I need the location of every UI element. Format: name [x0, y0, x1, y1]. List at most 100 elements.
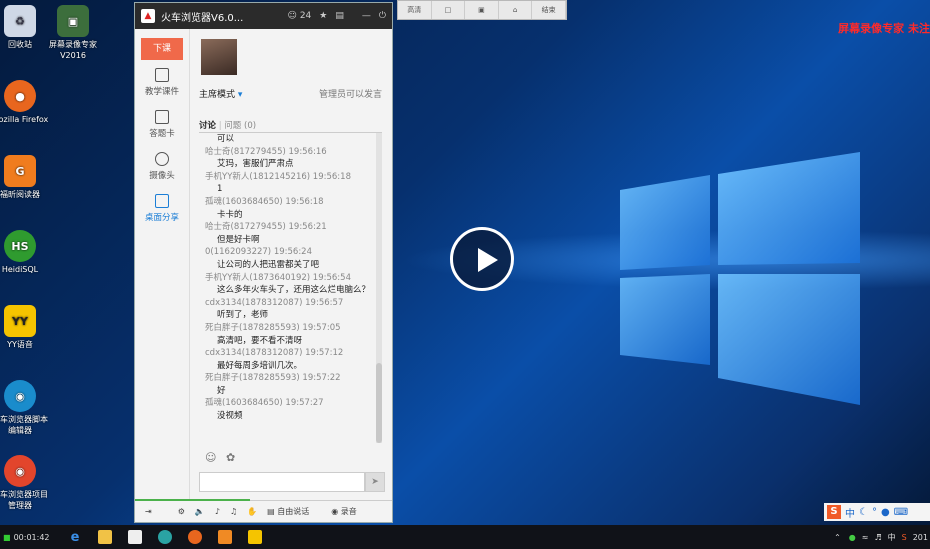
desktop-icon-yy[interactable]: YY YY语音 [0, 305, 50, 350]
settings-icon[interactable]: ⚙ [178, 507, 185, 516]
desktop-icon-script-editor[interactable]: ◉ 火车浏览器脚本编辑器 [0, 380, 50, 436]
mic-icon[interactable]: ● [881, 507, 890, 518]
firefox-taskbar-icon [188, 530, 202, 544]
window-titlebar: ▲ 火车浏览器V6.0... ☺ 24 ★ ▤ — ⏻ [135, 3, 392, 29]
message-sender: 孤魂(1603684650) 19:57:27 [205, 398, 324, 409]
message-text: 让公司的人把迅雷都关了吧 [217, 259, 320, 270]
firefox-icon: ● [4, 80, 36, 112]
edge-icon: e [70, 529, 80, 545]
explorer-taskbar-button[interactable] [90, 525, 120, 549]
emoji-toolbar: ☺ ✿ [205, 451, 235, 464]
chevron-down-icon: ▾ [237, 90, 243, 100]
message-input[interactable] [199, 472, 365, 492]
sidebar-item-camera[interactable]: 摄像头 [135, 152, 189, 181]
volume-level-bar [135, 499, 250, 501]
message-sender: 哈士奇(817279455) 19:56:21 [205, 222, 327, 233]
tab-questions[interactable]: 问题 [224, 121, 241, 131]
hd-button[interactable]: 高清 [398, 1, 432, 19]
keyboard-icon[interactable]: ⌨ [894, 507, 908, 518]
orange-app-icon [218, 530, 232, 544]
message-text: 1 [217, 184, 223, 195]
message-text: 这么多年火车头了，还用这么烂电脑么？ [217, 285, 371, 296]
desktop-icon-screen-recorder[interactable]: ▣ 屏幕录像专家V2016 [43, 5, 103, 61]
message-text: 没视频 [217, 411, 243, 422]
home-button[interactable]: ⌂ [499, 1, 533, 19]
send-button[interactable]: ➤ [365, 472, 385, 492]
message-text: 但是好卡啊 [217, 234, 260, 245]
chat-tabs: 讨论 | 问题 (0) [199, 119, 382, 133]
teacher-avatar [201, 39, 237, 75]
tray-ime-label[interactable]: 中 [888, 532, 896, 543]
chat-main: 主席模式 ▾ 管理员可以发言 讨论 | 问题 (0) 可以 哈士奇(817279… [191, 29, 392, 500]
moon-icon[interactable]: ☾ [859, 507, 868, 518]
clock-date[interactable]: 201 [913, 533, 928, 542]
app-logo-icon: ▲ [141, 9, 155, 23]
windows-taskbar: ■ 00:01:42 e ⌃ ● ≈ ♬ 中 S 201 [0, 525, 930, 549]
exit-icon[interactable]: ⇥ [145, 507, 152, 516]
courseware-icon [155, 68, 169, 82]
store-taskbar-button[interactable] [120, 525, 150, 549]
message-sender: 0(1162093227) 19:56:24 [205, 247, 312, 258]
select-region-button[interactable]: □ [432, 1, 466, 19]
train-browser-project-icon: ◉ [4, 455, 36, 487]
scrollbar-thumb[interactable] [376, 363, 382, 443]
hand-raise-icon[interactable]: ✋ [247, 507, 257, 516]
music-icon[interactable]: ♫ [230, 507, 237, 516]
finish-button[interactable]: 结束 [532, 1, 566, 19]
question-count: (0) [244, 121, 257, 131]
edge-taskbar-button[interactable]: e [60, 525, 90, 549]
camera-icon [155, 152, 169, 166]
video-play-button[interactable] [450, 227, 514, 291]
tray-chevron-icon[interactable]: ⌃ [834, 533, 841, 542]
message-text: 好 [217, 385, 226, 396]
folder-icon [98, 530, 112, 544]
tray-app-icon[interactable]: ● [849, 533, 856, 542]
desktop-icon-firefox[interactable]: ● Mozilla Firefox [0, 80, 50, 125]
input-method-bar[interactable]: S 中 ☾ ° ● ⌨ [824, 503, 930, 521]
message-text: 听到了，老师 [217, 310, 269, 321]
ime-mode[interactable]: 中 [845, 505, 855, 520]
end-class-button[interactable]: 下课 [141, 38, 183, 60]
train-browser-taskbar-button[interactable] [150, 525, 180, 549]
share-icon[interactable]: ▤ [335, 11, 344, 21]
desktop-share-icon [155, 194, 169, 208]
free-talk-button[interactable]: ▤ 自由说话 [267, 506, 309, 517]
admin-speak-note: 管理员可以发言 [318, 90, 382, 100]
sidebar-item-answer-card[interactable]: 答题卡 [135, 110, 189, 139]
sidebar-item-courseware[interactable]: 教学课件 [135, 68, 189, 97]
tab-discuss[interactable]: 讨论 [199, 121, 216, 131]
message-sender: 哈士奇(817279455) 19:56:16 [205, 146, 327, 157]
yy-icon: YY [4, 305, 36, 337]
message-list: 可以 哈士奇(817279455) 19:56:16 艾玛，害服们严肃点 手机Y… [205, 133, 375, 441]
sidebar-item-desktop-share[interactable]: 桌面分享 [135, 194, 189, 223]
message-text: 高清吧，要不看不清呀 [217, 335, 303, 346]
message-sender: cdx3134(1878312087) 19:57:12 [205, 348, 344, 359]
favorite-star-icon[interactable]: ★ [319, 11, 327, 21]
message-scrollbar[interactable] [376, 133, 382, 443]
punctuation-icon[interactable]: ° [872, 507, 877, 518]
volume-icon[interactable]: ♬ [874, 533, 881, 542]
recorder-watermark: 屏幕录像专家 未注 [838, 22, 930, 35]
speaker-icon[interactable]: 🔈 [195, 507, 205, 516]
desktop-icon-foxit[interactable]: G 福昕阅读器 [0, 155, 50, 200]
bottom-toolbar: ⇥ ⚙ 🔈 ♪ ♫ ✋ ▤ 自由说话 ◉ 录音 [135, 499, 392, 522]
message-text: 卡卡的 [217, 209, 243, 220]
desktop-icon-project-manager[interactable]: ◉ 火车浏览器项目管理器 [0, 455, 50, 511]
mode-selector[interactable]: 主席模式 ▾ [199, 87, 242, 100]
power-close-button[interactable]: ⏻ [379, 11, 386, 21]
firefox-taskbar-button[interactable] [180, 525, 210, 549]
pptv-taskbar-button[interactable] [210, 525, 240, 549]
recycle-bin-icon: ♻ [4, 5, 36, 37]
minimize-button[interactable]: — [362, 11, 371, 21]
sticker-icon[interactable]: ✿ [226, 451, 235, 464]
yy-taskbar-button[interactable] [240, 525, 270, 549]
emoji-icon[interactable]: ☺ [205, 451, 216, 464]
window-button[interactable]: ▣ [465, 1, 499, 19]
message-sender: 死白胖子(1878285593) 19:57:05 [205, 322, 341, 333]
yy-taskbar-icon [248, 530, 262, 544]
network-icon[interactable]: ≈ [862, 533, 869, 542]
record-button[interactable]: ◉ 录音 [331, 506, 357, 517]
sogou-tray-icon[interactable]: S [902, 533, 907, 542]
microphone-icon[interactable]: ♪ [215, 507, 220, 516]
desktop-icon-heidisql[interactable]: HS HeidiSQL [0, 230, 50, 275]
